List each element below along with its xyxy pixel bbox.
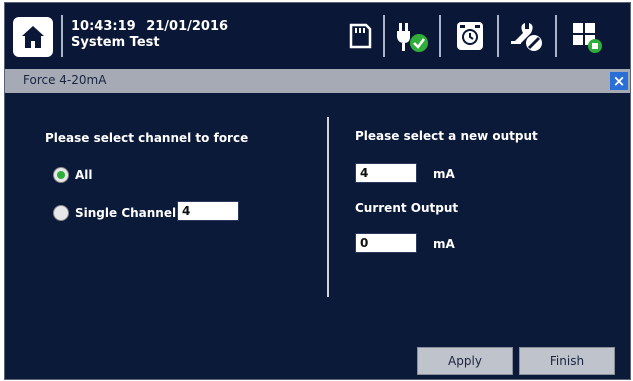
current-output-unit: mA	[433, 237, 455, 251]
tools-icon	[511, 23, 542, 51]
alarm-button[interactable]	[451, 17, 489, 55]
close-button[interactable]: ×	[610, 72, 628, 90]
mode-text: System Test	[71, 35, 160, 50]
radio-all[interactable]	[53, 167, 69, 183]
app-window: 10:43:19 21/01/2016 System Test Force 4-…	[4, 2, 631, 380]
home-icon	[22, 26, 44, 48]
power-plug-icon	[397, 23, 428, 52]
dialog-title: Force 4-20mA	[23, 73, 107, 87]
status-bar: 10:43:19 21/01/2016 System Test	[5, 3, 630, 69]
home-button[interactable]	[13, 17, 53, 57]
separator	[555, 15, 557, 57]
separator	[497, 15, 499, 57]
separator	[439, 15, 441, 57]
current-output-field: 0	[355, 233, 417, 253]
tools-button[interactable]	[507, 17, 545, 55]
new-output-heading: Please select a new output	[355, 129, 538, 143]
time-text: 10:43:19	[71, 19, 136, 34]
current-output-heading: Current Output	[355, 201, 459, 215]
apps-button[interactable]	[567, 17, 605, 55]
sd-card-button[interactable]	[341, 17, 379, 55]
power-status-button[interactable]	[393, 17, 431, 55]
clock-display: 10:43:19 21/01/2016 System Test	[71, 19, 228, 51]
date-text: 21/01/2016	[146, 19, 229, 34]
column-divider	[327, 117, 329, 297]
dialog-title-bar: Force 4-20mA ×	[5, 69, 630, 93]
channel-select-heading: Please select channel to force	[45, 131, 249, 145]
single-channel-input[interactable]: 4	[177, 201, 239, 221]
close-icon: ×	[612, 72, 626, 90]
radio-single-channel[interactable]	[53, 205, 69, 221]
sd-card-icon	[349, 23, 372, 49]
radio-single-channel-label: Single Channel	[75, 206, 177, 220]
dialog-body: Please select channel to force All Singl…	[5, 93, 630, 379]
grid-apps-icon	[573, 23, 602, 53]
radio-all-label: All	[75, 168, 93, 182]
alarm-clock-icon	[457, 22, 483, 50]
new-output-unit: mA	[433, 167, 455, 181]
force-output-dialog: Force 4-20mA × Please select channel to …	[5, 69, 630, 379]
separator	[61, 15, 63, 57]
separator	[383, 15, 385, 57]
finish-button[interactable]: Finish	[519, 347, 615, 375]
apply-button[interactable]: Apply	[417, 347, 513, 375]
new-output-input[interactable]: 4	[355, 163, 417, 183]
